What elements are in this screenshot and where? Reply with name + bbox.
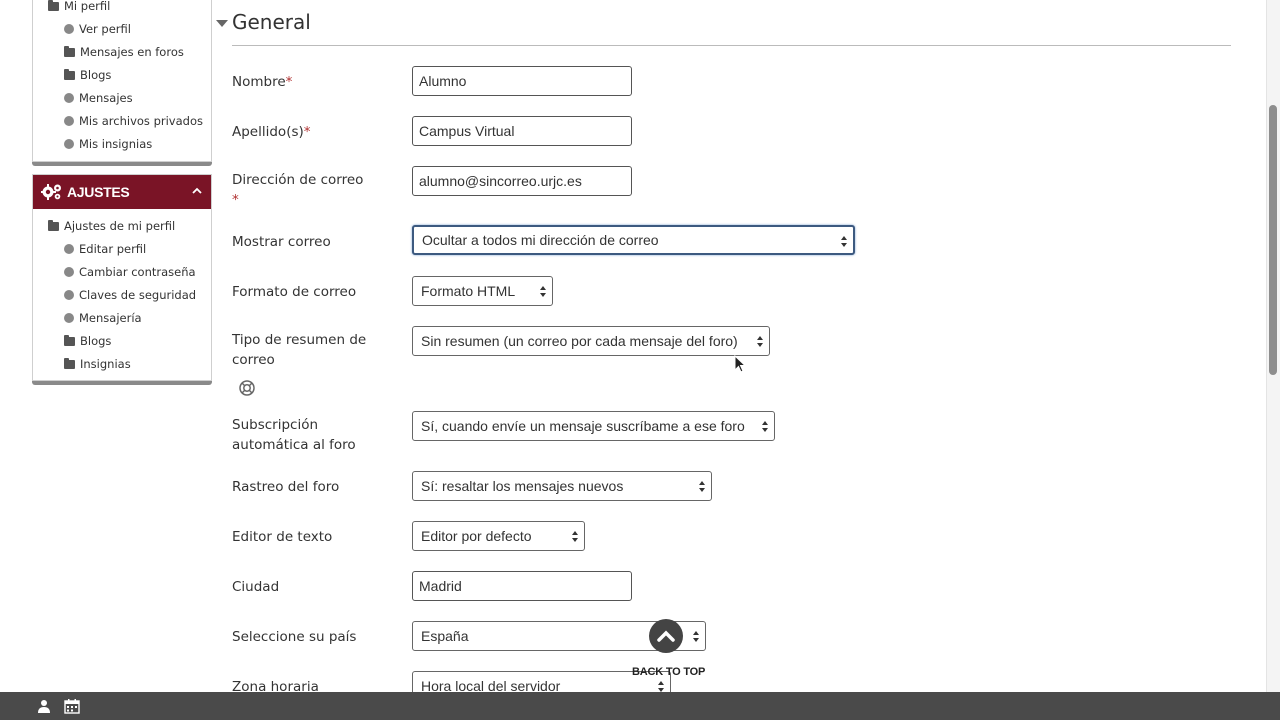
chevron-up-icon[interactable] [191, 185, 203, 197]
settings-block-title: AJUSTES [67, 184, 130, 200]
select-value: España [421, 628, 469, 644]
subscripcion-select[interactable]: Sí, cuando envíe un mensaje suscríbame a… [412, 411, 775, 441]
tipo-resumen-select[interactable]: Sin resumen (un correo por cada mensaje … [412, 326, 770, 356]
sidebar-item-mensajes[interactable]: Mensajes [64, 91, 133, 105]
select-arrows-icon [762, 421, 768, 432]
sidebar-item-blogs[interactable]: Blogs [64, 68, 111, 82]
folder-icon [64, 45, 75, 57]
collapse-triangle-icon[interactable] [216, 20, 228, 27]
scrollbar-thumb[interactable] [1269, 105, 1277, 375]
sidebar-item-mensajeria[interactable]: Mensajería [64, 311, 142, 325]
gears-icon [41, 182, 63, 202]
sidebar-item-insignias-settings[interactable]: Insignias [64, 357, 131, 371]
sidebar-item-mensajes-foros[interactable]: Mensajes en foros [64, 45, 184, 59]
select-value: Ocultar a todos mi dirección de correo [422, 232, 659, 248]
back-to-top-label[interactable]: BACK TO TOP [632, 666, 705, 678]
dot-icon [64, 24, 74, 34]
apellidos-input[interactable]: Campus Virtual [412, 116, 632, 146]
select-arrows-icon [841, 236, 847, 247]
calendar-icon[interactable] [64, 698, 80, 714]
select-value: Editor por defecto [421, 528, 532, 544]
nombre-input[interactable]: Alumno [412, 66, 632, 96]
folder-icon [48, 0, 59, 11]
select-value: Sí: resaltar los mensajes nuevos [421, 478, 624, 494]
mostrar-correo-label: Mostrar correo [232, 234, 331, 250]
sidebar-item-label: Blogs [80, 334, 112, 348]
user-icon[interactable] [36, 698, 52, 714]
bottom-bar [0, 692, 1280, 720]
section-divider [232, 45, 1231, 46]
sidebar-item-label: Claves de seguridad [79, 288, 197, 302]
sidebar-item-label: Insignias [80, 357, 131, 371]
sidebar-item-label: Cambiar contraseña [79, 265, 196, 279]
mouse-cursor-icon [734, 355, 747, 373]
select-arrows-icon [699, 481, 705, 492]
dot-icon [64, 93, 74, 103]
folder-icon [64, 68, 75, 80]
required-mark: * [303, 124, 311, 140]
select-value: Sin resumen (un correo por cada mensaje … [421, 333, 738, 349]
help-icon[interactable] [239, 380, 255, 396]
select-arrows-icon [540, 286, 546, 297]
pais-label: Seleccione su país [232, 629, 357, 645]
formato-correo-label: Formato de correo [232, 284, 357, 300]
sidebar-item-ajustes-perfil[interactable]: Ajustes de mi perfil [48, 219, 175, 233]
select-arrows-icon [693, 631, 699, 642]
sidebar-item-label: Ajustes de mi perfil [64, 219, 176, 233]
select-value: Sí, cuando envíe un mensaje suscríbame a… [421, 418, 745, 434]
sidebar-item-editar-perfil[interactable]: Editar perfil [64, 242, 146, 256]
tipo-resumen-label: Tipo de resumen de correo [232, 332, 367, 368]
dot-icon [64, 267, 74, 277]
sidebar-item-label: Mensajes en foros [80, 45, 184, 59]
dot-icon [64, 139, 74, 149]
formato-correo-select[interactable]: Formato HTML [412, 276, 553, 306]
sidebar-item-archivos-privados[interactable]: Mis archivos privados [64, 114, 203, 128]
dot-icon [64, 290, 74, 300]
folder-icon [48, 219, 59, 231]
sidebar-item-insignias[interactable]: Mis insignias [64, 137, 152, 151]
subscripcion-label: Subscripción automática al foro [232, 417, 356, 453]
sidebar-item-cambiar-contrasena[interactable]: Cambiar contraseña [64, 265, 196, 279]
sidebar-item-label: Mensajes [79, 91, 133, 105]
sidebar-item-label: Blogs [80, 68, 112, 82]
sidebar-item-ver-perfil[interactable]: Ver perfil [64, 22, 131, 36]
chevron-up-icon [657, 630, 675, 642]
sidebar-item-label: Ver perfil [79, 22, 131, 36]
sidebar-item-label: Mis insignias [79, 137, 153, 151]
sidebar-item-label: Editar perfil [79, 242, 147, 256]
nombre-label: Nombre* [232, 74, 293, 90]
settings-block-shadow [32, 381, 212, 385]
editor-label: Editor de texto [232, 529, 333, 545]
ciudad-label: Ciudad [232, 579, 280, 595]
folder-icon [64, 334, 75, 346]
select-arrows-icon [572, 531, 578, 542]
required-mark: * [232, 192, 239, 208]
select-arrows-icon [757, 336, 763, 347]
dot-icon [64, 116, 74, 126]
correo-input[interactable]: alumno@sincorreo.urjc.es [412, 166, 632, 196]
sidebar-item-blogs-settings[interactable]: Blogs [64, 334, 111, 348]
section-title[interactable]: General [232, 10, 311, 34]
sidebar-item-mi-perfil[interactable]: Mi perfil [48, 0, 110, 13]
editor-select[interactable]: Editor por defecto [412, 521, 585, 551]
sidebar-item-label: Mis archivos privados [79, 114, 203, 128]
rastreo-label: Rastreo del foro [232, 479, 340, 495]
sidebar-item-claves-seguridad[interactable]: Claves de seguridad [64, 288, 196, 302]
settings-block-header[interactable]: AJUSTES [33, 175, 211, 209]
rastreo-select[interactable]: Sí: resaltar los mensajes nuevos [412, 471, 712, 501]
sidebar-item-label: Mi perfil [64, 0, 111, 13]
back-to-top-button[interactable] [649, 619, 683, 653]
dot-icon [64, 313, 74, 323]
ciudad-input[interactable]: Madrid [412, 571, 632, 601]
sidebar-item-label: Mensajería [79, 311, 142, 325]
dot-icon [64, 244, 74, 254]
profile-block-shadow [32, 162, 212, 166]
correo-label: Dirección de correo * [232, 172, 364, 208]
select-value: Formato HTML [421, 283, 516, 299]
apellidos-label: Apellido(s)* [232, 124, 311, 140]
mostrar-correo-select[interactable]: Ocultar a todos mi dirección de correo [412, 225, 855, 255]
required-mark: * [285, 74, 293, 90]
folder-icon [64, 357, 75, 369]
